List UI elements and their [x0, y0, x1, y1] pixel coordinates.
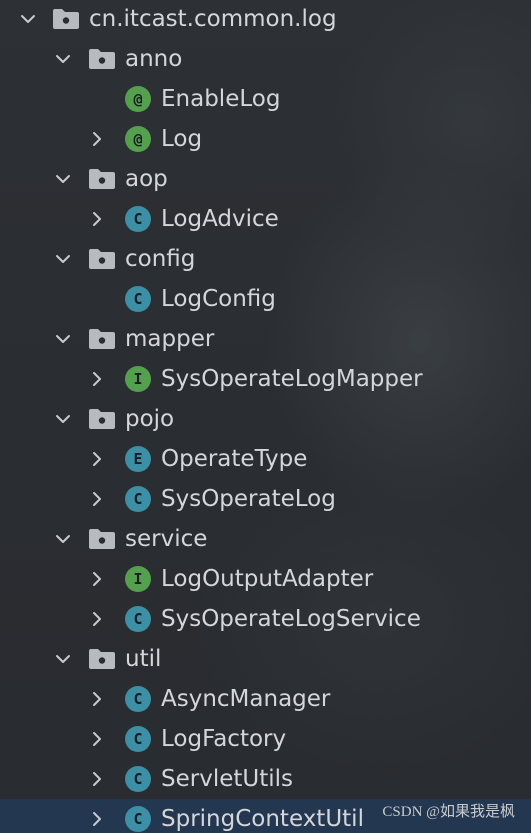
chevron-right-icon[interactable] [87, 209, 107, 229]
tree-item-annotation-Log[interactable]: @ Log [0, 119, 531, 159]
tree-item-class-LogAdvice[interactable]: C LogAdvice [0, 199, 531, 239]
tree-item-label: LogFactory [161, 726, 287, 752]
package-folder-icon [88, 168, 116, 190]
interface-icon: I [125, 366, 151, 392]
chevron-down-icon[interactable] [53, 49, 73, 69]
tree-item-root-package[interactable]: cn.itcast.common.log [0, 0, 531, 39]
tree-item-package-config[interactable]: config [0, 239, 531, 279]
tree-item-label: Log [161, 126, 203, 152]
tree-item-label: OperateType [161, 446, 308, 472]
class-icon: C [125, 686, 151, 712]
tree-item-package-pojo[interactable]: pojo [0, 399, 531, 439]
tree-item-label: pojo [125, 406, 175, 432]
tree-item-class-ServletUtils[interactable]: C ServletUtils [0, 759, 531, 799]
class-icon: C [125, 726, 151, 752]
annotation-icon: @ [125, 126, 151, 152]
project-tree: cn.itcast.common.log anno @ EnableLog @ Log ao… [0, 0, 531, 833]
tree-item-label: SpringContextUtil [161, 806, 364, 832]
tree-item-class-LogConfig[interactable]: C LogConfig [0, 279, 531, 319]
tree-item-class-SysOperateLogService[interactable]: C SysOperateLogService [0, 599, 531, 639]
chevron-down-icon[interactable] [53, 329, 73, 349]
class-icon: C [125, 206, 151, 232]
class-icon: C [125, 766, 151, 792]
chevron-right-icon[interactable] [87, 609, 107, 629]
chevron-down-icon[interactable] [18, 9, 38, 29]
tree-item-label: util [125, 646, 162, 672]
chevron-right-icon[interactable] [87, 369, 107, 389]
tree-item-label: cn.itcast.common.log [89, 6, 337, 32]
tree-item-label: LogConfig [161, 286, 276, 312]
tree-item-interface-LogOutputAdapter[interactable]: I LogOutputAdapter [0, 559, 531, 599]
class-icon: C [125, 606, 151, 632]
chevron-right-icon[interactable] [87, 489, 107, 509]
tree-item-package-anno[interactable]: anno [0, 39, 531, 79]
tree-item-label: anno [125, 46, 183, 72]
tree-item-label: LogAdvice [161, 206, 279, 232]
tree-item-package-service[interactable]: service [0, 519, 531, 559]
chevron-right-icon[interactable] [87, 689, 107, 709]
chevron-right-icon[interactable] [87, 769, 107, 789]
tree-item-label: AsyncManager [161, 686, 331, 712]
tree-item-annotation-EnableLog[interactable]: @ EnableLog [0, 79, 531, 119]
enum-icon: E [125, 446, 151, 472]
tree-item-enum-OperateType[interactable]: E OperateType [0, 439, 531, 479]
chevron-down-icon[interactable] [53, 409, 73, 429]
package-folder-icon [88, 648, 116, 670]
tree-item-label: LogOutputAdapter [161, 566, 374, 592]
chevron-right-icon[interactable] [87, 729, 107, 749]
tree-item-class-SysOperateLog[interactable]: C SysOperateLog [0, 479, 531, 519]
tree-item-label: EnableLog [161, 86, 281, 112]
tree-item-class-AsyncManager[interactable]: C AsyncManager [0, 679, 531, 719]
tree-item-label: aop [125, 166, 168, 192]
annotation-icon: @ [125, 86, 151, 112]
tree-item-label: SysOperateLogMapper [161, 366, 423, 392]
package-folder-icon [88, 248, 116, 270]
chevron-down-icon[interactable] [53, 529, 73, 549]
chevron-right-icon[interactable] [87, 449, 107, 469]
class-icon: C [125, 286, 151, 312]
chevron-right-icon[interactable] [87, 809, 107, 829]
tree-item-label: mapper [125, 326, 215, 352]
tree-item-class-LogFactory[interactable]: C LogFactory [0, 719, 531, 759]
interface-icon: I [125, 566, 151, 592]
tree-item-package-aop[interactable]: aop [0, 159, 531, 199]
chevron-down-icon[interactable] [53, 169, 73, 189]
watermark: CSDN @如果我是枫 [382, 804, 515, 820]
package-folder-icon [52, 8, 80, 30]
tree-item-package-util[interactable]: util [0, 639, 531, 679]
class-icon: C [125, 486, 151, 512]
chevron-down-icon[interactable] [53, 649, 73, 669]
chevron-right-icon[interactable] [87, 569, 107, 589]
package-folder-icon [88, 328, 116, 350]
tree-item-package-mapper[interactable]: mapper [0, 319, 531, 359]
class-icon: C [125, 806, 151, 832]
package-folder-icon [88, 408, 116, 430]
chevron-down-icon[interactable] [53, 249, 73, 269]
tree-item-label: SysOperateLogService [161, 606, 421, 632]
package-folder-icon [88, 528, 116, 550]
tree-item-interface-SysOperateLogMapper[interactable]: I SysOperateLogMapper [0, 359, 531, 399]
package-folder-icon [88, 48, 116, 70]
tree-item-label: ServletUtils [161, 766, 293, 792]
tree-item-label: service [125, 526, 208, 552]
tree-item-label: SysOperateLog [161, 486, 336, 512]
chevron-right-icon[interactable] [87, 129, 107, 149]
tree-item-label: config [125, 246, 196, 272]
